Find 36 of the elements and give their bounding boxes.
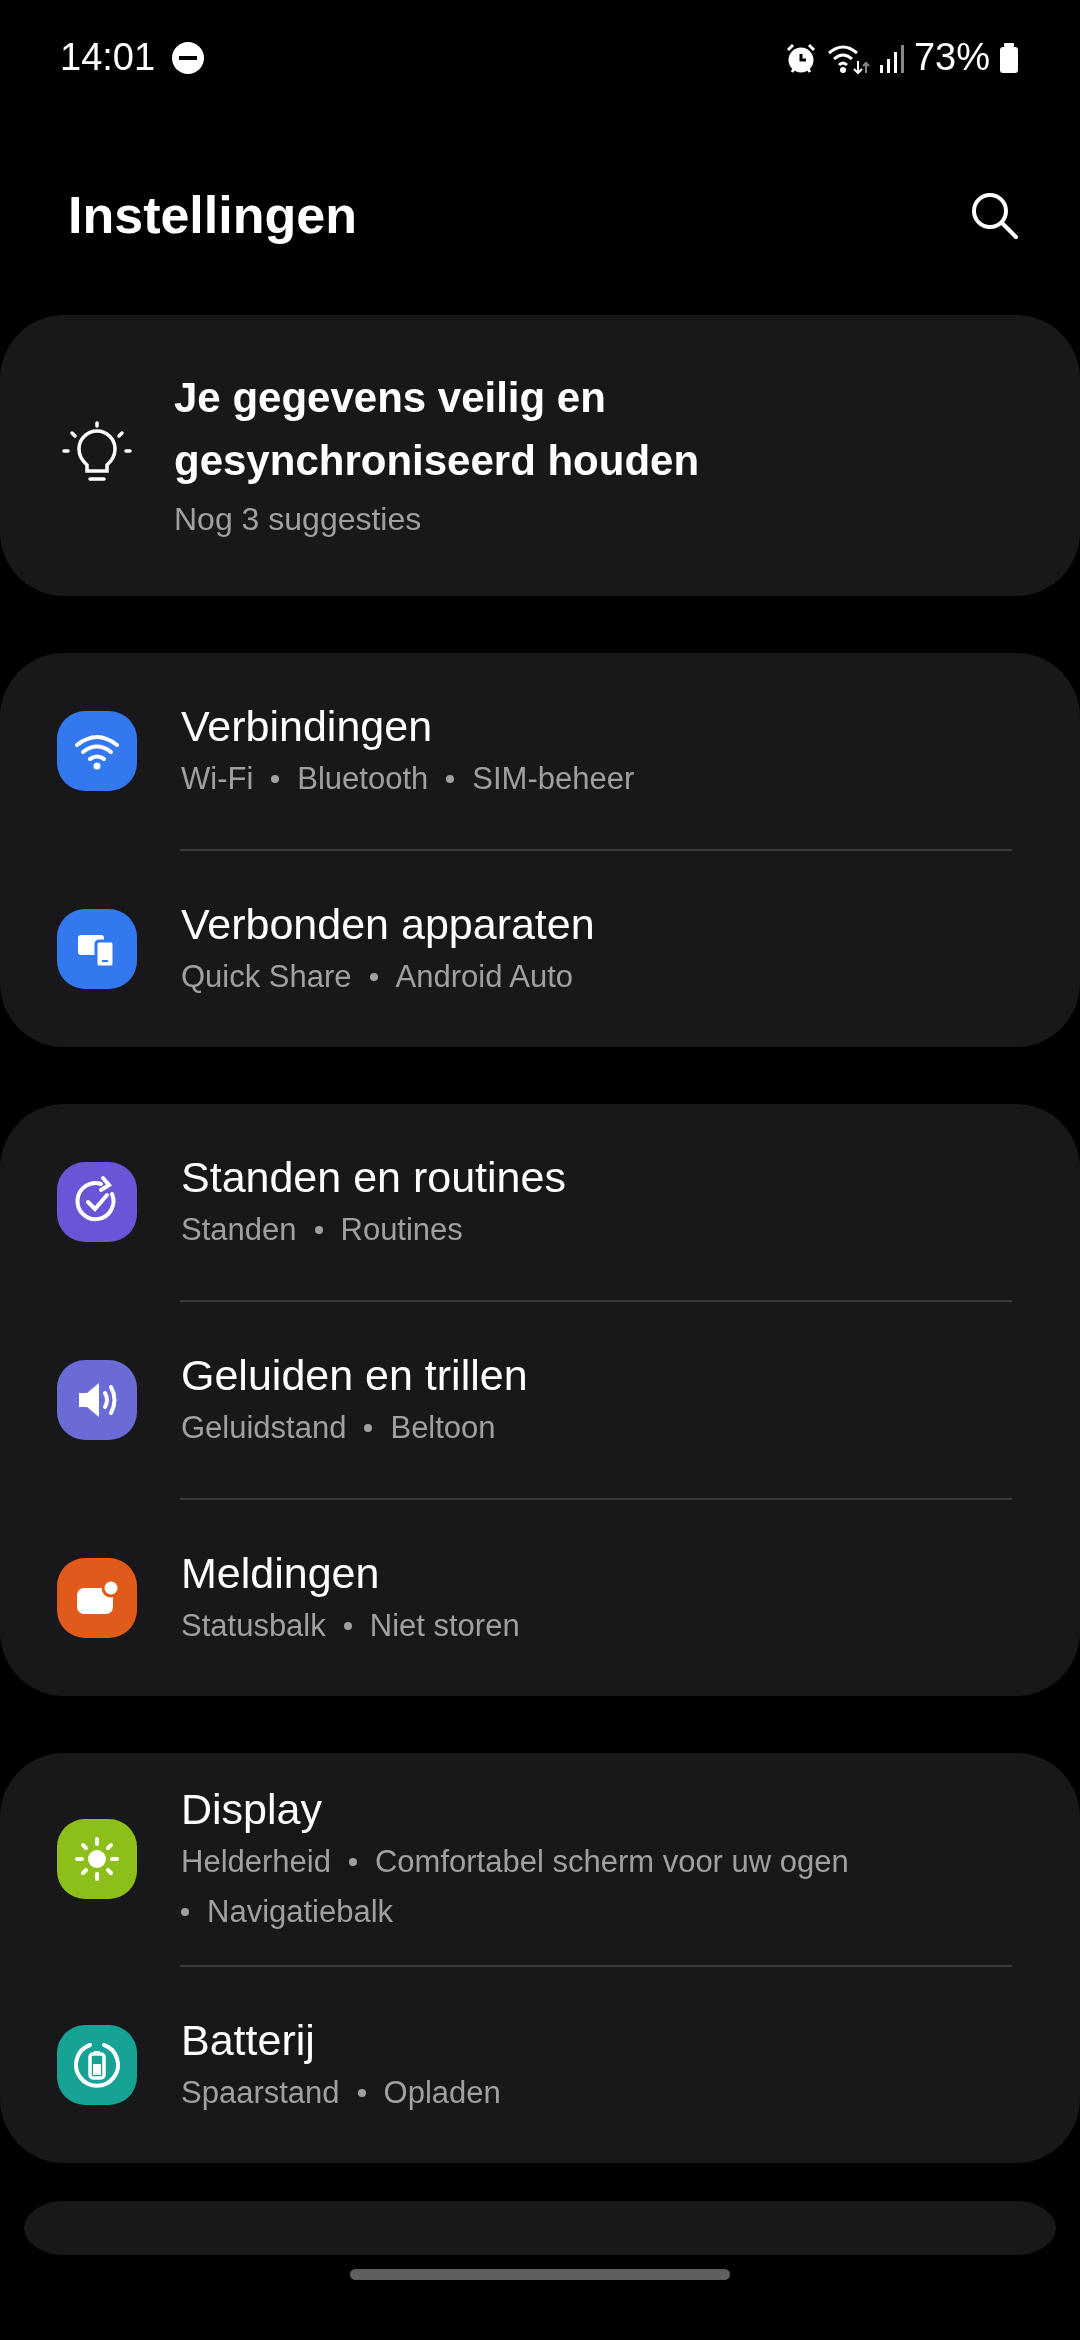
item-title: Batterij [181,2015,316,2066]
item-title: Verbindingen [181,701,434,752]
item-detail: Navigatiebalk [207,1893,394,1931]
item-detail: Spaarstand [181,2074,340,2112]
settings-item[interactable]: Batterij Spaarstand Opladen [0,1967,1080,2163]
item-title: Display [181,1784,323,1835]
item-detail: Helderheid [181,1843,331,1881]
settings-item[interactable]: Verbonden apparaten Quick Share Android Auto [0,851,1080,1047]
item-title: Geluiden en trillen [181,1350,529,1401]
settings-item[interactable]: Verbindingen Wi-Fi Bluetooth SIM-beheer [0,653,1080,849]
item-detail: Geluidstand [181,1409,347,1447]
page-title: Instellingen [68,184,357,246]
item-detail: Quick Share [181,958,352,996]
item-title: Standen en routines [181,1152,567,1203]
suggestion-title: Je gegevens veilig en gesynchroniseerd houden [174,372,701,486]
settings-item[interactable]: Display Helderheid Comfortabel scherm voor uw ogen Navigatiebalk [0,1753,1080,1965]
item-detail: SIM-beheer [472,760,635,798]
item-detail: Comfortabel scherm voor uw ogen [374,1843,849,1881]
battery-percentage: 73% [913,35,990,80]
item-detail: Bluetooth [297,760,429,798]
item-detail: Android Auto [395,958,574,996]
item-detail: Niet storen [369,1607,520,1645]
settings-item[interactable]: Meldingen Statusbalk Niet storen [0,1500,1080,1696]
item-detail: Routines [340,1211,463,1249]
item-title: Meldingen [181,1548,381,1599]
item-detail: Beltoon [390,1409,496,1447]
clock-time: 14:01 [60,35,156,80]
settings-item[interactable]: Standen en routines Standen Routines [0,1104,1080,1300]
suggestion-subtitle: Nog 3 suggesties [174,499,423,539]
item-detail: Wi-Fi [181,760,254,798]
suggestion-card[interactable]: Je gegevens veilig en gesynchroniseerd houden Nog 3 suggesties [0,315,1080,596]
item-detail: Opladen [383,2074,501,2112]
item-title: Verbonden apparaten [181,899,596,950]
item-detail: Standen [181,1211,297,1249]
item-detail: Statusbalk [181,1607,326,1645]
settings-item[interactable]: Geluiden en trillen Geluidstand Beltoon [0,1302,1080,1498]
